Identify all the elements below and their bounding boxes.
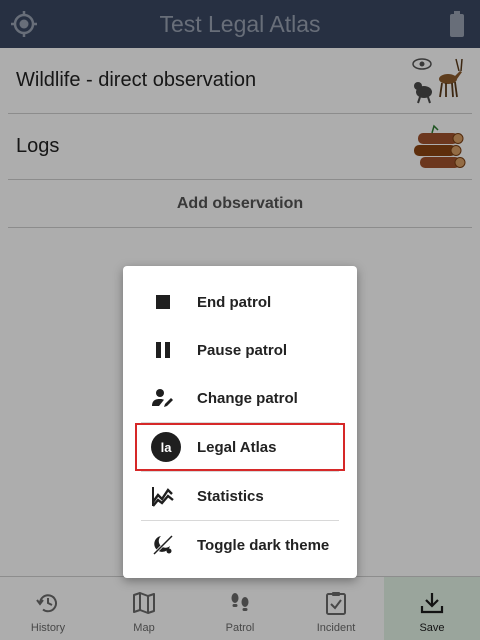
theme-toggle-icon	[151, 533, 175, 557]
statistics-chart-icon	[151, 484, 175, 508]
pause-icon	[151, 338, 175, 362]
menu-item-change-patrol[interactable]: Change patrol	[123, 374, 357, 422]
menu-item-label: Toggle dark theme	[197, 536, 330, 554]
menu-item-label: Legal Atlas	[197, 438, 277, 456]
stop-icon	[151, 290, 175, 314]
menu-item-pause-patrol[interactable]: Pause patrol	[123, 326, 357, 374]
menu-item-legal-atlas[interactable]: la Legal Atlas	[135, 423, 345, 471]
person-edit-icon	[151, 386, 175, 410]
menu-item-label: Change patrol	[197, 389, 298, 407]
logo-text: la	[161, 440, 173, 455]
menu-item-statistics[interactable]: Statistics	[123, 472, 357, 520]
menu-item-end-patrol[interactable]: End patrol	[123, 278, 357, 326]
menu-item-toggle-dark-theme[interactable]: Toggle dark theme	[123, 521, 357, 569]
menu-item-label: Statistics	[197, 487, 264, 505]
menu-item-label: End patrol	[197, 293, 272, 311]
patrol-menu: End patrol Pause patrol Change patrol la…	[123, 266, 357, 578]
menu-item-label: Pause patrol	[197, 341, 288, 359]
legal-atlas-logo: la	[151, 432, 181, 462]
